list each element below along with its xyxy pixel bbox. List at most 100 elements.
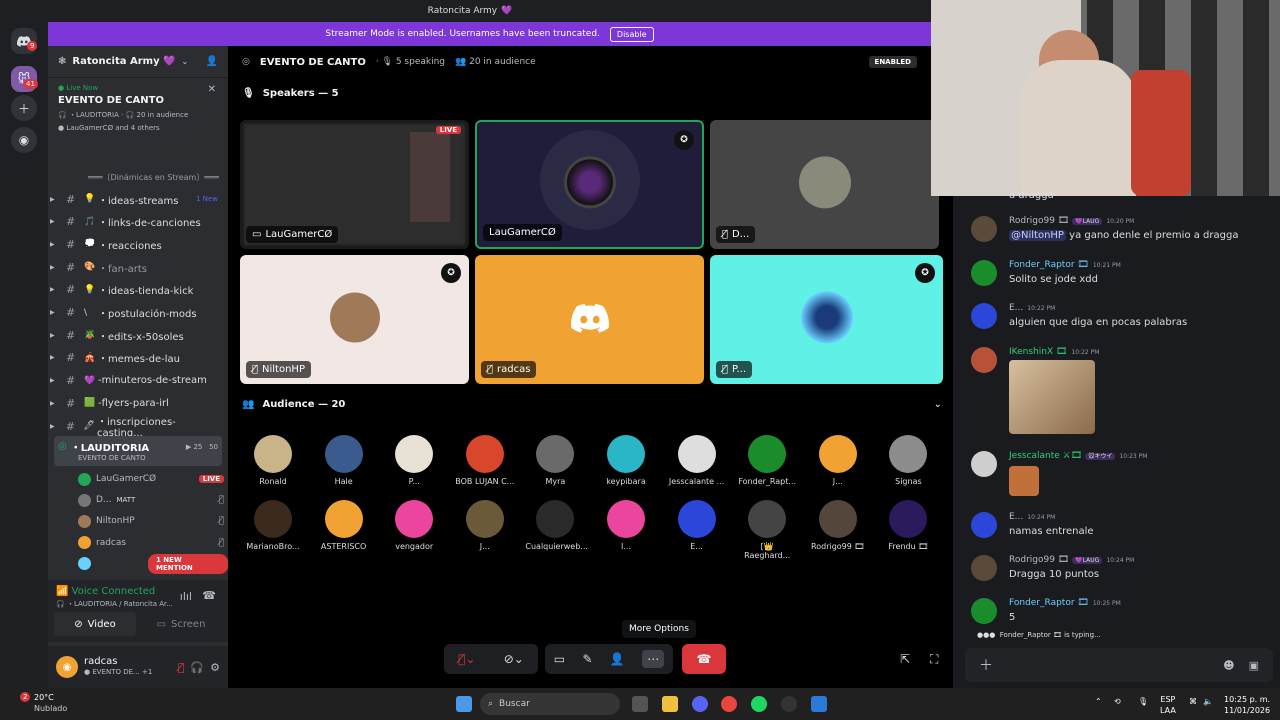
notepad-icon[interactable] — [811, 696, 827, 712]
audience-member[interactable]: BOB LUJAN C... — [455, 435, 515, 486]
add-member-icon[interactable]: 👤 — [206, 56, 218, 67]
author-name[interactable]: Rodrigo99 🎞 — [1009, 216, 1069, 226]
avatar[interactable] — [971, 303, 997, 329]
audience-member[interactable]: Hale — [314, 435, 374, 486]
channel-item[interactable]: ▶ # \ ・postulación-mods — [48, 303, 228, 323]
avatar[interactable] — [971, 216, 997, 242]
screen-share-icon[interactable]: ▭ — [554, 652, 565, 666]
tray-chevron-icon[interactable]: ⌃ — [1095, 697, 1102, 706]
speaker-tile-d[interactable]: 🎙̸ D... — [710, 120, 939, 249]
audience-member[interactable]: Jesscalante ... — [667, 435, 727, 486]
avatar[interactable] — [971, 555, 997, 581]
plus-icon[interactable]: ＋ — [979, 655, 993, 675]
audience-member[interactable]: ASTERISCO — [314, 500, 374, 551]
speaker-tile-laugamer[interactable]: ✪ LauGamerCØ — [475, 120, 704, 249]
author-name[interactable]: Rodrigo99 🎞 — [1009, 555, 1069, 565]
avatar[interactable] — [971, 260, 997, 286]
mention[interactable]: @NiltonHP — [1009, 230, 1066, 241]
speaker-tile-stream[interactable]: LIVE ▭ LauGamerCØ — [240, 120, 469, 249]
channel-item[interactable]: ▶ # 🪴 ・edits-x-50soles — [48, 325, 228, 345]
channel-item[interactable]: ▶ # 💜 -minuteros-de-stream — [48, 371, 228, 391]
mic-muted-icon[interactable]: 🎙̸⌄ — [458, 652, 475, 666]
discover-icon[interactable]: ◉ — [11, 127, 37, 153]
audience-member[interactable]: vengador — [384, 500, 444, 551]
windows-start-icon[interactable] — [456, 696, 472, 712]
channel-item[interactable]: ▶ # 🎨 ・fan-arts — [48, 257, 228, 277]
audience-member[interactable]: Myra — [525, 435, 585, 486]
audience-member[interactable]: Rodrigo99 🎞 — [808, 500, 868, 551]
image-icon[interactable]: ▣ — [1249, 659, 1259, 672]
avatar[interactable] — [971, 347, 997, 373]
obs-icon[interactable] — [781, 696, 797, 712]
category-label[interactable]: ═══〔Dinámicas en Stream〕═══ — [88, 172, 219, 183]
network-icon[interactable]: ⌘ — [1189, 697, 1197, 706]
channel-item[interactable]: ▶ # 🖊 ・inscripciones-casting... — [48, 416, 228, 439]
speaker-tile-p[interactable]: ✪ 🎙̸ P... — [710, 255, 943, 384]
headphones-icon[interactable]: 🎧 — [190, 661, 204, 674]
channel-item[interactable]: ▶ # 🎪 ・memes-de-lau — [48, 348, 228, 368]
avatar[interactable] — [971, 512, 997, 538]
voice-user[interactable]: radcas 🎙̸ — [78, 533, 224, 553]
chat-input[interactable]: ＋ ☻ ▣ — [965, 648, 1273, 682]
mic-muted-icon[interactable]: 🎙̸ — [178, 661, 185, 674]
video-button[interactable]: ⊘ Video — [54, 612, 136, 636]
chevron-down-icon[interactable]: ⌄ — [934, 399, 942, 410]
audience-member[interactable]: MarianoBro... — [243, 500, 303, 551]
avatar[interactable]: ◉ — [56, 656, 78, 678]
audience-member[interactable]: J... — [808, 435, 868, 486]
audience-member[interactable]: [👑 Raeghard... — [737, 500, 797, 560]
audience-member[interactable]: P... — [384, 435, 444, 486]
close-icon[interactable]: ✕ — [208, 84, 216, 95]
gear-icon[interactable]: ⚙ — [210, 661, 220, 674]
task-view-icon[interactable] — [632, 696, 648, 712]
voice-user[interactable]: LauGamerCØ LIVE — [78, 469, 224, 489]
disable-button[interactable]: Disable — [609, 26, 654, 42]
leave-call-button[interactable]: ☎ — [682, 644, 726, 674]
screen-button[interactable]: ▭ Screen — [140, 612, 222, 636]
file-explorer-icon[interactable] — [662, 696, 678, 712]
author-name[interactable]: Fonder_Raptor 🎞 — [1009, 598, 1089, 608]
chat-image-dog[interactable] — [1009, 360, 1095, 434]
language-indicator[interactable]: ESP LAA — [1160, 694, 1176, 716]
volume-icon[interactable]: 🔈 — [1203, 697, 1213, 706]
invite-icon[interactable]: 👤 — [610, 652, 625, 666]
audience-member[interactable]: E... — [667, 500, 727, 551]
channel-item[interactable]: ▶ # 🟩 -flyers-para-irl — [48, 393, 228, 413]
new-mention-badge[interactable]: 1 NEW MENTION — [148, 554, 228, 574]
noise-suppression-icon[interactable]: ılıl — [180, 590, 192, 603]
avatar[interactable] — [971, 451, 997, 477]
audience-member[interactable]: Cualquierweb... — [525, 500, 588, 551]
live-event-card[interactable]: ● Live Now ✕ EVENTO DE CANTO 🎧 ・LAUDITOR… — [52, 80, 224, 150]
voice-channel-lauditoria[interactable]: ◎ ・LAUDITORIA ▶ 25 50 EVENTO DE CANTO — [54, 436, 222, 466]
taskbar-search[interactable]: ⌕ Buscar — [480, 693, 620, 715]
weather-widget[interactable]: 2 20°C Nublado — [12, 692, 67, 714]
avatar[interactable] — [971, 598, 997, 624]
activity-icon[interactable]: ✎ — [582, 652, 592, 666]
tray-mic-icon[interactable]: 🎙 — [1138, 697, 1148, 706]
channel-item[interactable]: ▶ # 💡 ・ideas-tienda-kick — [48, 280, 228, 300]
audience-member[interactable]: Ronald — [243, 435, 303, 486]
discord-taskbar-icon[interactable] — [692, 696, 708, 712]
author-name[interactable]: IKenshinX 🎞 — [1009, 347, 1067, 357]
audience-member[interactable]: I... — [596, 500, 656, 551]
author-name[interactable]: E... — [1009, 303, 1023, 313]
popout-icon[interactable]: ⇱ — [900, 652, 910, 666]
voice-user[interactable]: D... MATT 🎙̸ — [78, 490, 224, 510]
camera-off-icon[interactable]: ⊘⌄ — [504, 652, 524, 666]
channel-item[interactable]: ▶ # 🎵 ・links-de-canciones — [48, 212, 228, 232]
audience-member[interactable]: Fonder_Rapt... — [737, 435, 797, 486]
server-header[interactable]: ❃ Ratoncita Army 💜 ⌄ 👤 — [48, 46, 228, 78]
add-server-icon[interactable]: ＋ — [11, 95, 37, 121]
channel-item[interactable]: ▶ # 💡 ・ideas-streams 1 New — [48, 189, 228, 209]
emoji-icon[interactable]: ☻ — [1223, 659, 1234, 672]
author-name[interactable]: Jesscalante ⚔🎞 — [1009, 451, 1082, 461]
more-options-button[interactable]: ⋯ — [642, 650, 665, 668]
speaker-tile-niltonhp[interactable]: ✪ 🎙̸ NiltonHP — [240, 255, 469, 384]
tray-app-icon[interactable]: ⟲ — [1114, 697, 1121, 706]
audience-member[interactable]: keypibara — [596, 435, 656, 486]
fullscreen-icon[interactable]: ⛶ — [930, 652, 938, 667]
disconnect-icon[interactable]: ☎ — [202, 589, 216, 602]
spotify-icon[interactable] — [751, 696, 767, 712]
audience-member[interactable]: J... — [455, 500, 515, 551]
audience-member[interactable]: Signas — [878, 435, 938, 486]
